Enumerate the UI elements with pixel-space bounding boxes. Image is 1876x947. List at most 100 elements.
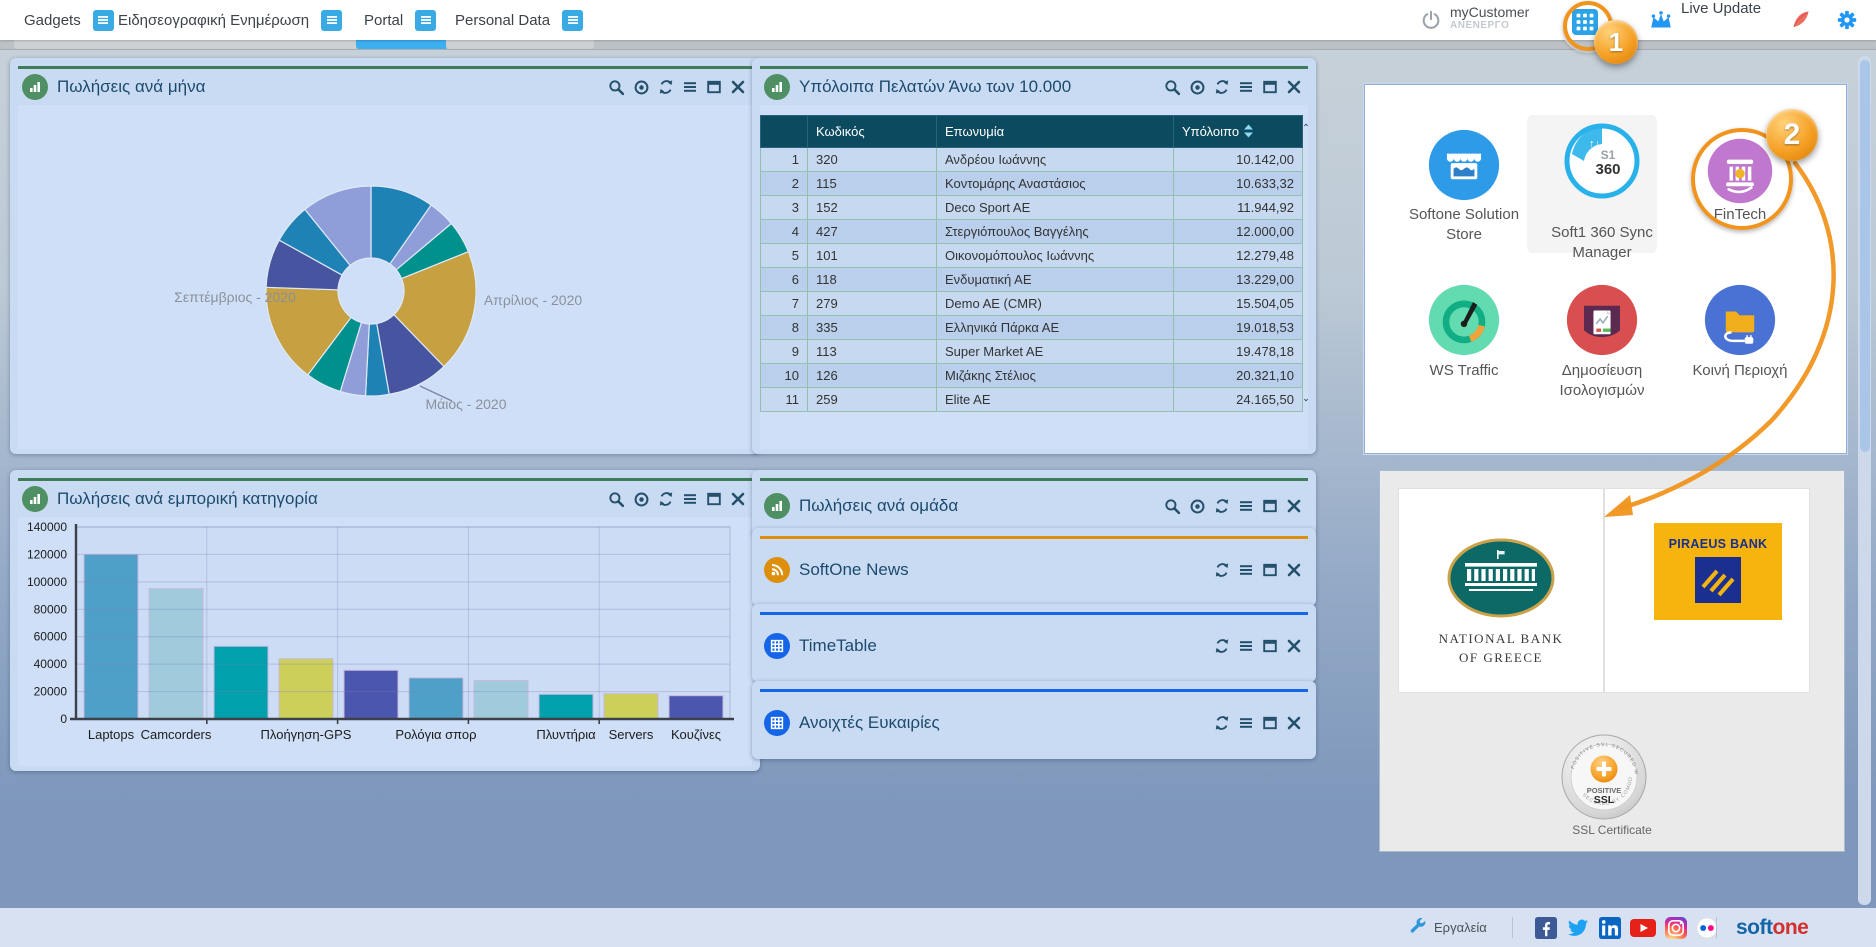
refresh-icon[interactable] [1214,715,1230,731]
refresh-icon[interactable] [658,79,674,95]
tab-ειδησεογραφική-ενημέρωση[interactable]: Ειδησεογραφική Ενημέρωση [118,0,342,40]
widget-title: Πωλήσεις ανά ομάδα [799,496,1155,516]
tab-underline [108,40,358,49]
facebook-icon[interactable] [1535,917,1557,939]
live-update-label[interactable]: Live Update [1681,0,1761,40]
page-scrollbar[interactable] [1858,56,1871,905]
flickr-icon[interactable] [1696,917,1718,939]
maximize-icon[interactable] [706,491,722,507]
user-block[interactable]: myCustomer ΑΝΕΝΕΡΓΟ [1450,5,1529,45]
piraeus-bank-logo[interactable]: PIRAEUS BANK [1654,523,1782,620]
eye-icon[interactable] [1189,79,1206,96]
scroll-down-icon[interactable] [1304,390,1308,410]
table-row[interactable]: 8335Ελληνικά Πάρκα ΑΕ19.018,53 [761,316,1303,340]
footer-divider [1512,917,1513,938]
refresh-icon[interactable] [1214,638,1230,654]
table-row[interactable]: 11259Elite AE24.165,50 [761,388,1303,412]
eye-icon[interactable] [633,79,650,96]
col-name[interactable]: Επωνυμία [937,116,1174,148]
svg-text:S1: S1 [1601,148,1616,162]
maximize-icon[interactable] [1262,498,1278,514]
tab-menu-icon[interactable] [93,10,114,31]
twitter-icon[interactable] [1566,917,1590,939]
refresh-icon[interactable] [1214,498,1230,514]
refresh-icon[interactable] [1214,79,1230,95]
maximize-icon[interactable] [706,79,722,95]
scroll-up-icon[interactable] [1304,115,1308,135]
widget-sales-per-category: Πωλήσεις ανά εμπορική κατηγορία 02000040… [10,470,760,771]
table-row[interactable]: 10126Μιζάκης Στέλιος20.321,10 [761,364,1303,388]
social-icons [1535,908,1727,947]
table-row[interactable]: 3152Deco Sport AE11.944,92 [761,196,1303,220]
col-balance[interactable]: Υπόλοιπο [1174,116,1303,148]
bank-card-nbg[interactable]: NATIONAL BANK OF GREECE [1398,488,1604,693]
tools-button[interactable]: Εργαλεία [1408,908,1487,947]
live-update-icon[interactable] [1648,10,1674,50]
app-s360[interactable]: ↑↓S1360 [1527,121,1677,206]
maximize-icon[interactable] [1262,638,1278,654]
close-icon[interactable] [730,491,746,507]
search-icon[interactable] [1164,79,1181,96]
table-row[interactable]: 5101Οικονομόπουλος Ιωάννης12.279,48 [761,244,1303,268]
app-label: Softone Solution Store [1389,205,1539,244]
table-row[interactable]: 2115Κοντομάρης Αναστάσιος10.633,32 [761,172,1303,196]
refresh-icon[interactable] [658,491,674,507]
close-icon[interactable] [1286,79,1302,95]
page-scrollbar-thumb[interactable] [1860,60,1870,452]
refresh-icon[interactable] [1214,562,1230,578]
eye-icon[interactable] [633,491,650,508]
close-icon[interactable] [1286,638,1302,654]
widget-open-opportunities: Ανοιχτές Ευκαιρίες [752,681,1316,759]
table-row[interactable]: 9113Super Market AE19.478,18 [761,340,1303,364]
menu-icon[interactable] [1238,638,1254,654]
menu-icon[interactable] [1238,79,1254,95]
close-icon[interactable] [1286,562,1302,578]
close-icon[interactable] [1286,498,1302,514]
maximize-icon[interactable] [1262,79,1278,95]
settings-gear-icon[interactable] [1836,9,1858,49]
app-store[interactable] [1389,128,1539,207]
search-icon[interactable] [608,491,625,508]
search-icon[interactable] [608,79,625,96]
app-label: WS Traffic [1389,361,1539,381]
maximize-icon[interactable] [1262,715,1278,731]
menu-icon[interactable] [682,79,698,95]
instagram-icon[interactable] [1665,917,1687,939]
table-row[interactable]: 1320Ανδρέου Ιωάννης10.142,00 [761,148,1303,172]
power-icon[interactable] [1420,9,1442,49]
close-icon[interactable] [730,79,746,95]
youtube-icon[interactable] [1630,918,1656,938]
table-row[interactable]: 4427Στεργιόπουλος Βαγγέλης12.000,00 [761,220,1303,244]
search-icon[interactable] [1164,498,1181,515]
maximize-icon[interactable] [1262,562,1278,578]
tab-menu-icon[interactable] [562,10,583,31]
tab-gadgets[interactable]: Gadgets [24,0,114,40]
tab-menu-icon[interactable] [321,10,342,31]
linkedin-icon[interactable] [1599,917,1621,939]
widget-actions [1214,715,1304,731]
col-code[interactable]: Κωδικός [808,116,937,148]
bar-chart-icon [22,486,48,512]
piraeus-emblem-icon [1654,557,1782,608]
app-gauge[interactable] [1389,283,1539,362]
menu-icon[interactable] [1238,498,1254,514]
softone-logo[interactable]: softone [1736,908,1808,947]
menu-icon[interactable] [1238,562,1254,578]
table-row[interactable]: 6118Ενδυματική ΑΕ13.229,00 [761,268,1303,292]
app-balance-sheet[interactable] [1527,283,1677,362]
s360-icon: ↑↓S1360 [1562,188,1642,205]
tab-personal-data[interactable]: Personal Data [455,0,583,40]
feather-icon[interactable] [1788,8,1812,48]
table-row[interactable]: 7279Demo AE (CMR)15.504,05 [761,292,1303,316]
close-icon[interactable] [1286,715,1302,731]
menu-icon[interactable] [1238,715,1254,731]
eye-icon[interactable] [1189,498,1206,515]
svg-text:Πλοήγηση-GPS: Πλοήγηση-GPS [261,727,352,742]
menu-icon[interactable] [682,491,698,507]
tab-portal[interactable]: Portal [364,0,436,40]
app-shared-folder[interactable] [1665,283,1815,362]
table-scrollbar[interactable] [1304,115,1308,410]
svg-text:Laptops: Laptops [88,727,135,742]
tab-menu-icon[interactable] [415,10,436,31]
annotation-step-2: 2 [1766,109,1818,161]
